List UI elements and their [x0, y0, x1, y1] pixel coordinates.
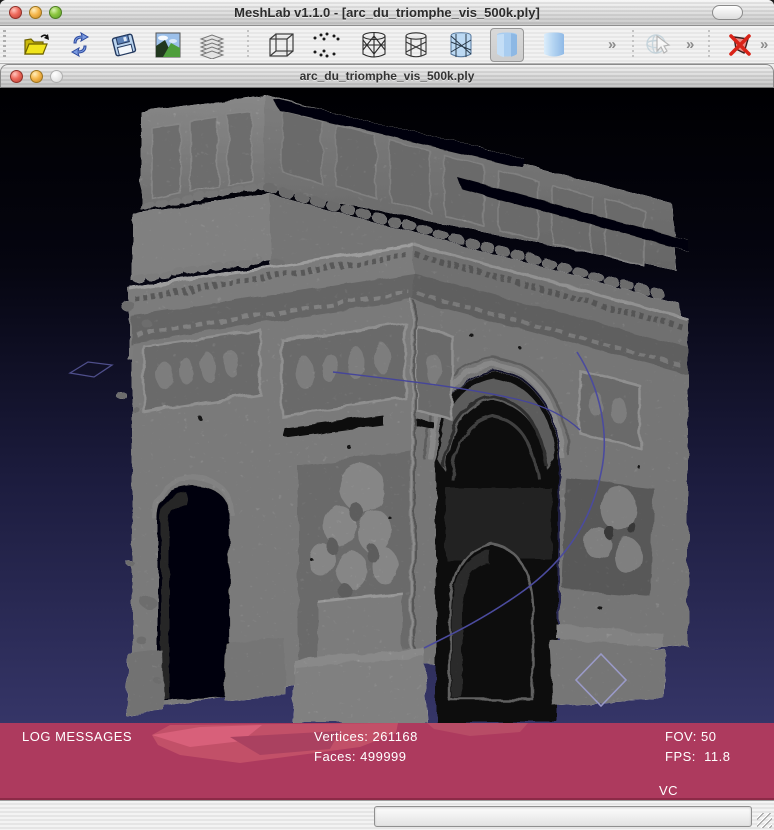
reload-icon [66, 31, 94, 59]
log-messages-band: LOG MESSAGES Vertices: 261168 Faces: 499… [0, 723, 774, 800]
overflow-chevron[interactable]: » [686, 37, 694, 53]
hidden-lines-render-icon [401, 30, 431, 60]
faces-count: Faces: 499999 [314, 749, 407, 764]
snapshot-icon [155, 32, 181, 58]
delete-mesh-button[interactable] [723, 28, 757, 62]
main-titlebar[interactable]: MeshLab v1.1.0 - [arc_du_triomphe_vis_50… [0, 0, 774, 26]
layers-button[interactable] [195, 28, 229, 62]
document-titlebar[interactable]: arc_du_triomphe_vis_500k.ply [0, 64, 774, 88]
open-button[interactable] [19, 28, 53, 62]
toolbar-drag-handle[interactable] [3, 30, 6, 60]
smooth-render-icon [540, 30, 568, 60]
vc-indicator: VC [659, 783, 678, 798]
log-title: LOG MESSAGES [22, 729, 132, 744]
toolbar-separator [708, 30, 710, 60]
wireframe-render-icon [359, 30, 389, 60]
fov-value: FOV: 50 [665, 729, 716, 744]
snapshot-button[interactable] [151, 28, 185, 62]
toolbar-toggle-pill[interactable] [712, 5, 743, 20]
render-smooth-button[interactable] [537, 28, 571, 62]
flat-render-icon [493, 30, 521, 60]
save-icon [109, 31, 139, 59]
open-folder-icon [21, 31, 51, 59]
overflow-chevron[interactable]: » [760, 37, 768, 53]
flat-lines-render-icon [446, 30, 476, 60]
meshlab-window: MeshLab v1.1.0 - [arc_du_triomphe_vis_50… [0, 0, 774, 830]
vertices-count: Vertices: 261168 [314, 729, 418, 744]
layers-icon [197, 31, 227, 59]
globe-cursor-icon [643, 30, 673, 60]
render-flat-button-selected[interactable] [490, 28, 524, 62]
render-hiddenlines-button[interactable] [399, 28, 433, 62]
toolbar-separator [247, 30, 249, 60]
gl-viewport-canvas[interactable]: LOG MESSAGES Vertices: 261168 Faces: 499… [0, 88, 774, 800]
render-flatlines-button[interactable] [444, 28, 478, 62]
status-bar [0, 800, 774, 830]
points-render-icon [310, 30, 342, 60]
overflow-chevron[interactable]: » [608, 37, 616, 53]
reload-button[interactable] [63, 28, 97, 62]
document-title: arc_du_triomphe_vis_500k.ply [1, 69, 773, 83]
render-bbox-button[interactable] [264, 28, 298, 62]
window-title: MeshLab v1.1.0 - [arc_du_triomphe_vis_50… [0, 5, 774, 20]
toolbar-separator [632, 30, 634, 60]
save-button[interactable] [107, 28, 141, 62]
delete-mesh-icon [724, 29, 756, 61]
globe-nav-button[interactable] [641, 28, 675, 62]
fps-value: FPS: 11.8 [665, 749, 730, 764]
render-wireframe-button[interactable] [357, 28, 391, 62]
resize-grip[interactable] [757, 813, 772, 828]
render-points-button[interactable] [309, 28, 343, 62]
toolbar: » » » [0, 26, 774, 64]
bbox-render-icon [266, 30, 296, 60]
arc-de-triomphe-mesh [0, 88, 774, 800]
progress-bar [374, 806, 752, 827]
